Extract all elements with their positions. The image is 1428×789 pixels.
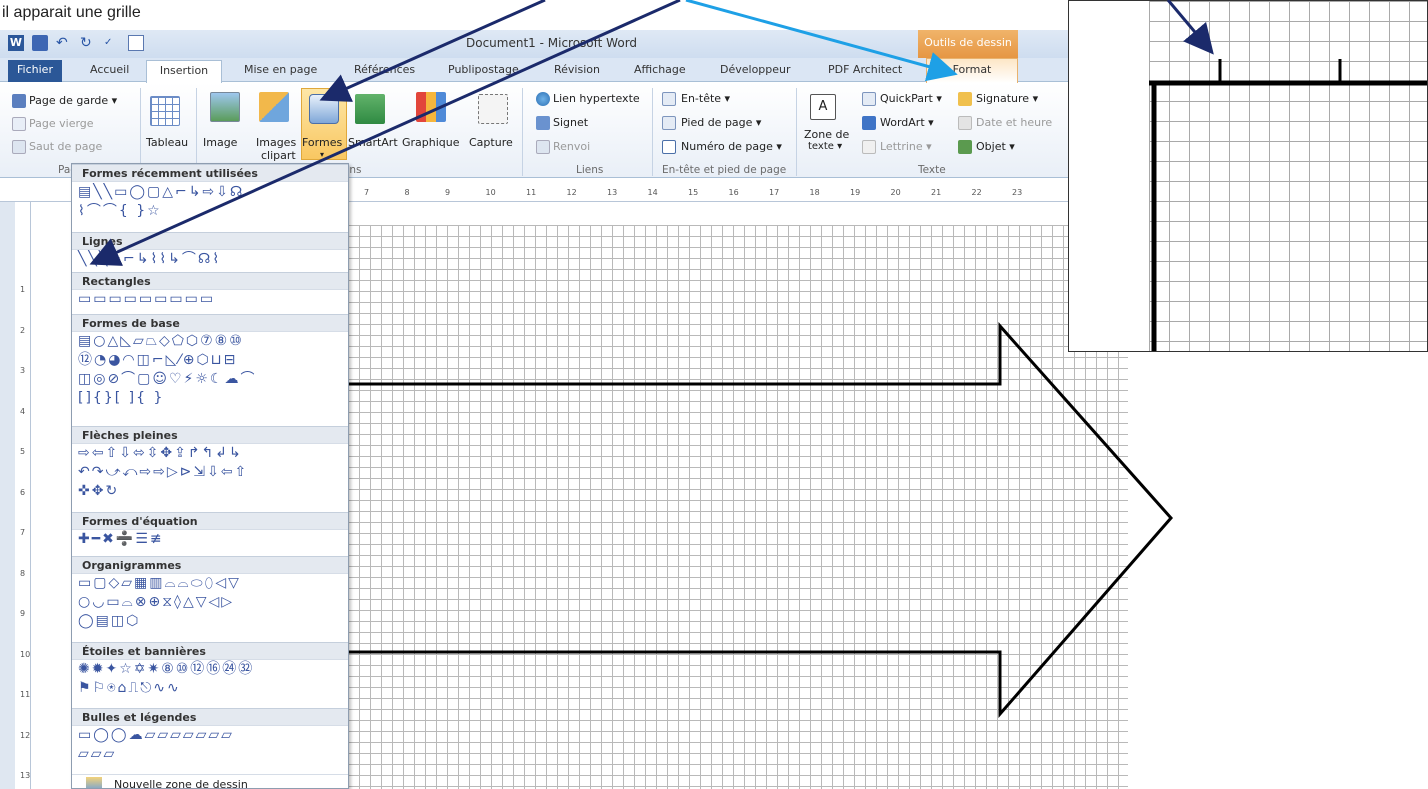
basic-shapes-row[interactable]: ⑫◔◕◠◫⌐◺⁄⊕⬡⊔⊟ <box>78 351 237 369</box>
flowchart-row[interactable]: ◯▤◫⬡ <box>78 612 140 630</box>
section-lines: Lignes <box>72 232 348 250</box>
block-arrows-row[interactable]: ✜✥↻ <box>78 482 119 500</box>
section-basic-shapes: Formes de base <box>72 314 348 332</box>
stars-row[interactable]: ⚑⚐⍟⌂⎍⎋∿∿ <box>78 679 181 697</box>
section-recent-shapes: Formes récemment utilisées <box>72 164 348 182</box>
section-stars-banners: Étoiles et bannières <box>72 642 348 660</box>
zoom-inset-ruler-lines <box>1149 59 1427 351</box>
recent-shapes-row[interactable]: ⌇⌒⌒{ }☆ <box>78 202 162 220</box>
lines-row[interactable]: ╲╲╲⌐⌐↳⌇⌇↳⌒☊⌇ <box>78 250 221 268</box>
section-flowchart: Organigrammes <box>72 556 348 574</box>
equation-shapes-row[interactable]: ✚━✖➗☰≢ <box>78 530 164 548</box>
shapes-dropdown-menu: Formes récemment utilisées ▤╲╲▭◯▢△⌐↳⇨⇩☊ … <box>71 163 349 789</box>
section-callouts: Bulles et légendes <box>72 708 348 726</box>
recent-shapes-row[interactable]: ▤╲╲▭◯▢△⌐↳⇨⇩☊ <box>78 183 244 201</box>
callouts-row[interactable]: ▱▱▱ <box>78 745 116 763</box>
new-drawing-canvas-item[interactable]: Nouvelle zone de dessin <box>72 774 348 788</box>
flowchart-row[interactable]: ○◡▭⌓⊗⊕⧖◊△▽◁▷ <box>78 593 234 611</box>
callouts-row[interactable]: ▭◯◯☁▱▱▱▱▱▱▱ <box>78 726 234 744</box>
flowchart-row[interactable]: ▭▢◇▱▦▥⌓⌓⬭⬯◁▽ <box>78 574 241 592</box>
stars-row[interactable]: ✺✹✦☆✡✷⑧⑩⑫⑯㉔㉜ <box>78 660 254 678</box>
basic-shapes-row[interactable]: []{}[ ]{ } <box>78 389 164 407</box>
basic-shapes-row[interactable]: ◫◎⊘⌒▢☺♡⚡☼☾☁⌒ <box>78 370 256 388</box>
section-rectangles: Rectangles <box>72 272 348 290</box>
section-block-arrows: Flèches pleines <box>72 426 348 444</box>
block-arrows-row[interactable]: ⇨⇦⇧⇩⬄⇳✥⇪↱↰↲↳ <box>78 444 243 462</box>
section-equation-shapes: Formes d'équation <box>72 512 348 530</box>
basic-shapes-row[interactable]: ▤○△◺▱⏢◇⬠⬡⑦⑧⑩ <box>78 332 244 350</box>
rectangles-row[interactable]: ▭▭▭▭▭▭▭▭▭ <box>78 290 215 308</box>
block-arrows-row[interactable]: ↶↷⤻⤺⇨⇨▷⊳⇲⇩⇦⇧ <box>78 463 248 481</box>
zoom-inset <box>1068 0 1428 352</box>
drawing-canvas-icon <box>86 777 102 788</box>
screenshot-root: il apparait une grille W ↶ ↻ ✓ Document1… <box>0 0 1428 789</box>
